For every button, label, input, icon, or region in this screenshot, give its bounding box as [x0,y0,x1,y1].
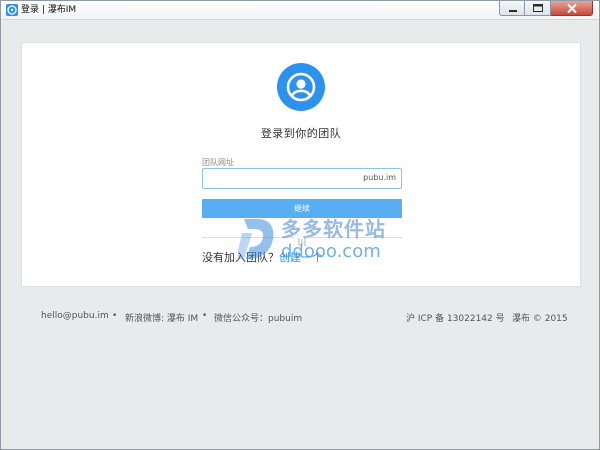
window-controls [499,1,593,18]
login-card: 登录到你的团队 团队网址 pubu.im 继续 没有加入团队？创建一个 多多软件… [21,42,581,287]
minimize-icon [509,10,517,12]
window-title: 登录 | 瀑布IM [21,5,77,15]
title-bar: 登录 | 瀑布IM [1,1,599,20]
maximize-icon [533,4,543,12]
footer-icp-link[interactable]: 沪 ICP 备 13022142 号 [406,311,505,324]
divider-right [310,237,402,238]
footer-weibo-link[interactable]: 新浪微博: 瀑布 IM [125,311,198,324]
join-row: 没有加入团队？创建一个 [202,249,323,265]
close-button[interactable] [551,1,593,16]
close-icon [567,3,577,14]
team-url-suffix: pubu.im [363,173,396,182]
team-url-label: 团队网址 [202,158,234,167]
team-url-field: pubu.im [202,168,402,189]
minimize-button[interactable] [499,1,525,16]
waterfall-icon [296,232,308,246]
footer-wechat-text: 微信公众号：pubuim [214,314,303,324]
user-avatar-icon [277,63,325,111]
continue-button[interactable]: 继续 [202,199,402,218]
join-prompt: 没有加入团队？ [202,251,279,264]
footer-separator: • [202,311,208,321]
create-team-link[interactable]: 创建一个 [279,251,323,264]
footer-email-link[interactable]: hello@pubu.im [41,311,109,321]
divider-left [202,237,294,238]
team-url-input[interactable] [203,169,341,188]
footer-copyright: 瀑布 © 2015 [512,314,568,324]
maximize-button[interactable] [525,1,551,16]
footer-separator: • [112,311,118,321]
footer: hello@pubu.im • 新浪微博: 瀑布 IM • 微信公众号：pubu… [1,311,599,325]
login-title: 登录到你的团队 [260,127,342,140]
app-logo-icon [6,4,18,16]
app-window: 登录 | 瀑布IM 登录到你的团队 团队网址 pubu.im 继续 没有加入团队… [0,0,600,450]
